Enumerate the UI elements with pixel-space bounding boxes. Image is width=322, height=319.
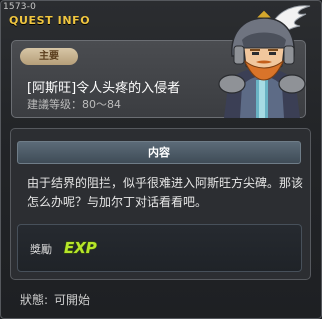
rewards-label: 獎勵 <box>30 243 52 256</box>
level-requirement: 建議等级：80～84 <box>27 98 121 111</box>
quest-type-badge: 主要 <box>20 48 78 65</box>
quest-id: 1573-0 <box>3 2 37 12</box>
exp-icon: EXP <box>64 239 98 258</box>
quest-description: 由于结界的阻拦，似乎很难进入阿斯旺方尖碑。那该怎么办呢？与加尔丁对话看看吧。 <box>27 176 304 209</box>
npc-portrait <box>218 5 311 118</box>
content-header: 内容 <box>17 141 301 164</box>
status-label: 狀態: <box>20 293 49 307</box>
quest-status: 狀態: 可開始 <box>20 291 90 308</box>
rewards-box <box>17 224 302 272</box>
quest-name: [阿斯旺]令人头疼的入侵者 <box>27 81 181 96</box>
exp-icon-text: EXP <box>64 239 97 257</box>
status-value: 可開始 <box>54 293 91 307</box>
window-title: QUEST INFO <box>9 14 91 27</box>
